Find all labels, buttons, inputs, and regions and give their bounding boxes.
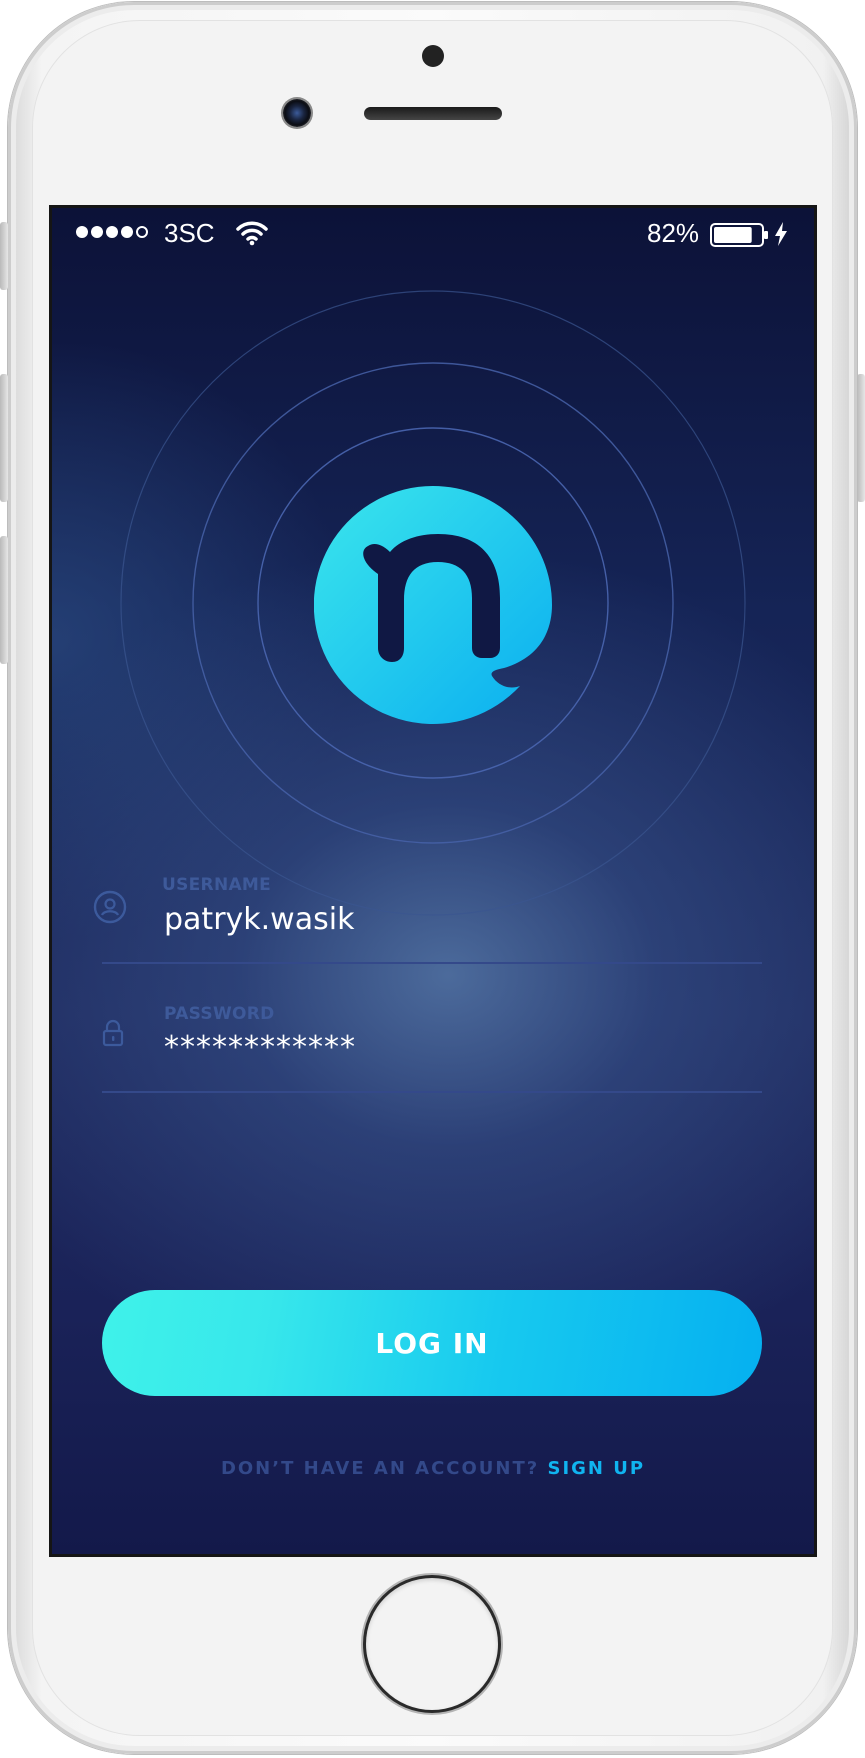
volume-up-button (0, 374, 8, 502)
signup-link[interactable]: SIGN UP (547, 1458, 645, 1479)
login-button[interactable]: LOG IN (102, 1290, 762, 1396)
earpiece-speaker (364, 107, 502, 120)
front-camera (283, 99, 311, 127)
user-circle-icon (93, 890, 127, 924)
proximity-sensor (422, 45, 444, 67)
n-logo-icon (314, 486, 552, 724)
password-input[interactable]: ************ (164, 1030, 356, 1065)
login-screen: 3SC 82% USERNAME patryk.wasik PASSWORD *… (52, 208, 814, 1554)
password-label: PASSWORD (164, 1004, 275, 1024)
power-button (857, 374, 865, 502)
username-underline (102, 962, 762, 964)
volume-down-button (0, 536, 8, 664)
mute-switch (0, 222, 8, 290)
signup-row: DON’T HAVE AN ACCOUNT? SIGN UP (52, 1458, 814, 1479)
home-button[interactable] (366, 1578, 498, 1710)
password-underline (102, 1091, 762, 1093)
username-input[interactable]: patryk.wasik (164, 902, 354, 937)
username-label: USERNAME (162, 875, 272, 895)
signup-prompt: DON’T HAVE AN ACCOUNT? (220, 1458, 548, 1479)
lock-icon (102, 1019, 124, 1047)
